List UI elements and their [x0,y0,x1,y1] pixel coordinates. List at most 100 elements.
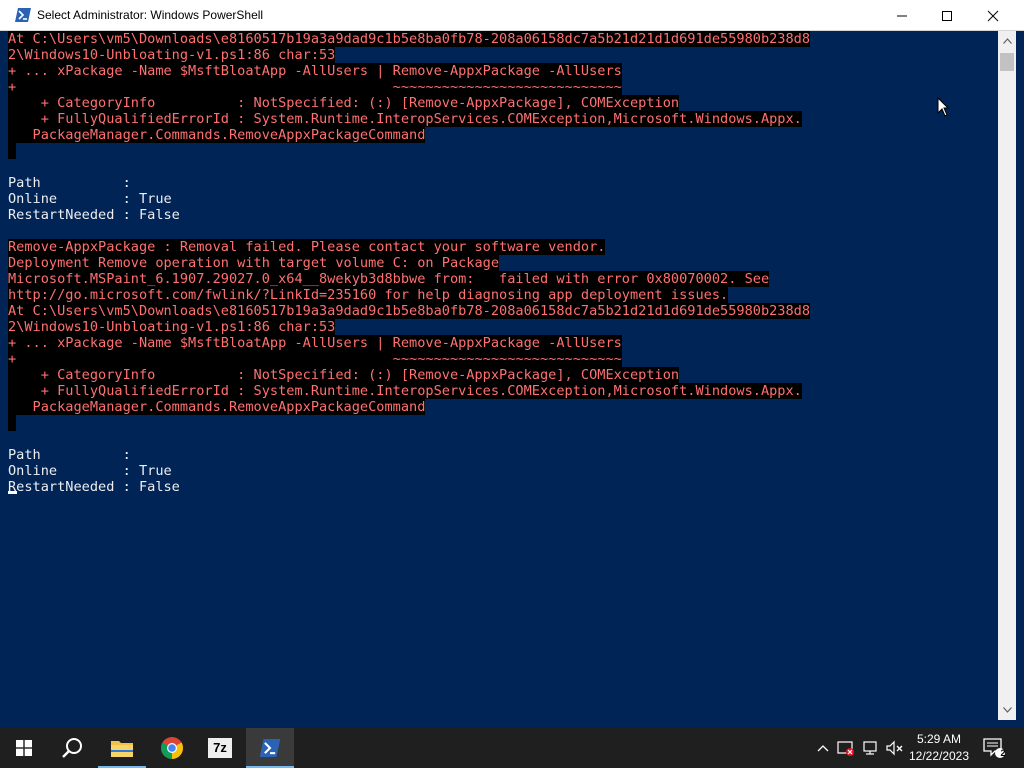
console-line: Path : [8,447,810,463]
console-line: http://go.microsoft.com/fwlink/?LinkId=2… [8,287,810,303]
console-line: PackageManager.Commands.RemoveAppxPackag… [8,127,810,143]
console-output[interactable]: At C:\Users\vm5\Downloads\e8160517b19a3a… [0,31,998,720]
output-text: Path : [8,175,131,191]
console-line [8,143,810,159]
chevron-up-icon [1002,38,1012,44]
console-line: Microsoft.MSPaint_6.1907.29027.0_x64__8w… [8,271,810,287]
console-line: + CategoryInfo : NotSpecified: (:) [Remo… [8,95,810,111]
error-text [8,415,17,431]
error-text: + FullyQualifiedErrorId : System.Runtime… [8,111,802,127]
console-line: 2\Windows10-Unbloating-v1.ps1:86 char:53 [8,47,810,63]
console-line: + ... xPackage -Name $MsftBloatApp -AllU… [8,335,810,351]
chevron-up-icon [817,745,829,752]
chrome-button[interactable] [148,728,196,768]
volume-tray-button[interactable] [884,728,906,768]
console-line: Deployment Remove operation with target … [8,255,810,271]
notification-count-badge: 2 [1000,748,1006,758]
7zip-label: 7z [213,740,227,755]
console-line: At C:\Users\vm5\Downloads\e8160517b19a3a… [8,303,811,319]
error-text: PackageManager.Commands.RemoveAppxPackag… [8,399,426,415]
mouse-pointer-icon [937,97,949,117]
output-text: RestartNeeded : False [8,207,180,223]
console-line: Remove-AppxPackage : Removal failed. Ple… [8,239,810,255]
error-text: 2\Windows10-Unbloating-v1.ps1:86 char:53 [8,319,336,335]
search-icon [62,738,82,758]
console-line: At C:\Users\vm5\Downloads\e8160517b19a3a… [8,31,811,47]
console-line: RestartNeeded : False [8,207,810,223]
error-text: + FullyQualifiedErrorId : System.Runtime… [8,383,802,399]
maximize-button[interactable] [924,0,970,31]
console-text: At C:\Users\vm5\Downloads\e8160517b19a3a… [8,31,811,495]
chrome-icon [161,737,183,759]
minimize-button[interactable] [879,0,925,31]
window-border [1016,31,1024,720]
error-text: At C:\Users\vm5\Downloads\e8160517b19a3a… [8,303,811,319]
console-line: + FullyQualifiedErrorId : System.Runtime… [8,111,810,127]
console-line: RestartNeeded : False [8,479,810,495]
minimize-icon [897,15,907,16]
taskbar: 7z 5:29 AM 12/22/2023 2 [0,728,1024,768]
console-line [8,415,810,431]
maximize-icon [942,10,952,21]
7zip-button[interactable]: 7z [196,728,244,768]
console-line: 2\Windows10-Unbloating-v1.ps1:86 char:53 [8,319,810,335]
7zip-icon: 7z [208,738,232,758]
output-text: RestartNeeded : False [8,479,180,495]
powershell-icon [259,739,281,757]
shield-warning-icon [837,741,854,756]
window-bottom-border [0,720,1024,728]
output-text: Path : [8,447,131,463]
output-text: Online : True [8,191,172,207]
scroll-down-button[interactable] [998,702,1016,718]
powershell-icon [15,8,31,22]
clock-time: 5:29 AM [916,732,962,746]
console-line: Online : True [8,191,810,207]
action-center-button[interactable]: 2 [980,728,1008,768]
show-hidden-icons-button[interactable] [814,728,832,768]
file-explorer-button[interactable] [98,728,146,768]
window-title: Select Administrator: Windows PowerShell [37,8,264,22]
scrollbar-thumb[interactable] [1000,53,1014,71]
error-text: Remove-AppxPackage : Removal failed. Ple… [8,239,606,255]
clock-button[interactable]: 5:29 AM 12/22/2023 [904,731,974,765]
error-text: Microsoft.MSPaint_6.1907.29027.0_x64__8w… [8,271,770,287]
clock-date: 12/22/2023 [908,749,970,763]
powershell-taskbar-button[interactable] [246,728,294,768]
error-text: + ~~~~~~~~~~~~~~~~~~~~~~~~~~~~ [8,351,622,367]
search-button[interactable] [48,728,96,768]
console-line: PackageManager.Commands.RemoveAppxPackag… [8,399,810,415]
console-line: Path : [8,175,810,191]
text-cursor [8,491,17,494]
folder-icon [111,741,133,757]
console-line: + CategoryInfo : NotSpecified: (:) [Remo… [8,367,810,383]
network-tray-button[interactable] [861,728,881,768]
error-text: + CategoryInfo : NotSpecified: (:) [Remo… [8,95,680,111]
close-icon [987,10,999,21]
volume-muted-icon [886,740,903,756]
error-text: At C:\Users\vm5\Downloads\e8160517b19a3a… [8,31,811,47]
error-text: + ~~~~~~~~~~~~~~~~~~~~~~~~~~~~ [8,79,622,95]
console-line: + ~~~~~~~~~~~~~~~~~~~~~~~~~~~~ [8,79,810,95]
error-text: PackageManager.Commands.RemoveAppxPackag… [8,127,426,143]
error-text: + ... xPackage -Name $MsftBloatApp -AllU… [8,335,622,351]
title-bar[interactable]: Select Administrator: Windows PowerShell [0,0,1024,31]
close-button[interactable] [970,0,1016,31]
chevron-down-icon [1002,707,1012,713]
console-line: Online : True [8,463,810,479]
error-text: Deployment Remove operation with target … [8,255,500,271]
error-text [8,143,17,159]
vertical-scrollbar[interactable] [998,31,1016,720]
start-button[interactable] [0,728,48,768]
windows-logo-icon [16,740,32,756]
scroll-up-button[interactable] [998,33,1016,49]
console-line: + FullyQualifiedErrorId : System.Runtime… [8,383,810,399]
error-text: 2\Windows10-Unbloating-v1.ps1:86 char:53 [8,47,336,63]
security-tray-button[interactable] [836,728,856,768]
output-text: Online : True [8,463,172,479]
error-text: + CategoryInfo : NotSpecified: (:) [Remo… [8,367,680,383]
error-text: + ... xPackage -Name $MsftBloatApp -AllU… [8,63,622,79]
console-line: + ~~~~~~~~~~~~~~~~~~~~~~~~~~~~ [8,351,810,367]
